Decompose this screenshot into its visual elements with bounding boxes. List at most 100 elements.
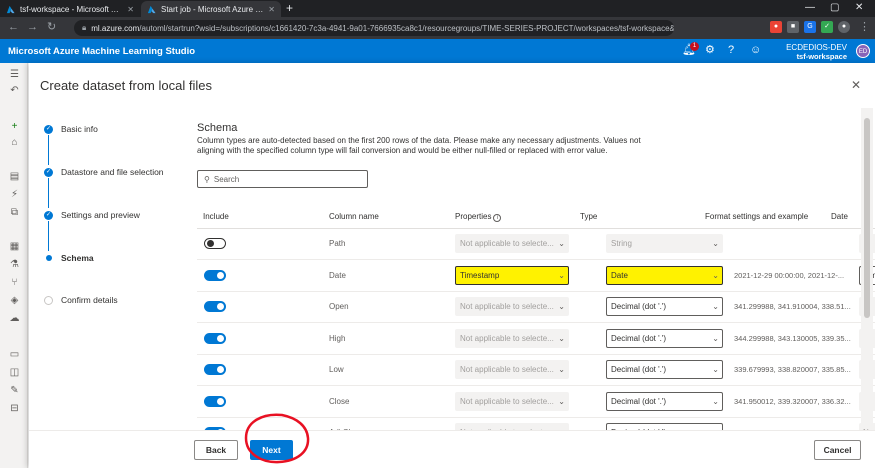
extension-icon[interactable]: ✓: [821, 21, 833, 33]
profile-icon[interactable]: ●: [838, 21, 850, 33]
scrollbar[interactable]: [861, 108, 873, 428]
browser-tab[interactable]: tsf-workspace - Microsoft Azure ✕: [0, 1, 140, 17]
properties-dropdown[interactable]: Timestamp ⌄: [455, 265, 569, 285]
search-input[interactable]: ⚲ Search: [197, 170, 368, 188]
format-example: 341.299988, 341.910004, 338.51...: [734, 302, 851, 311]
column-name: Low: [329, 365, 344, 374]
type-value: Decimal (dot '.'): [611, 365, 667, 374]
avatar[interactable]: ED: [856, 44, 870, 58]
step-label: Schema: [61, 253, 94, 263]
chevron-down-icon: ⌄: [558, 270, 565, 280]
linked-services-icon[interactable]: ⊟: [9, 403, 20, 414]
menu-icon[interactable]: ⋮: [859, 21, 870, 33]
forward-arrow-icon[interactable]: →: [27, 21, 38, 33]
include-toggle[interactable]: [204, 238, 226, 249]
type-dropdown[interactable]: Decimal (dot '.') ⌄: [606, 391, 723, 411]
step-datastore[interactable]: ✓ Datastore and file selection: [44, 167, 164, 177]
type-dropdown[interactable]: Decimal (dot '.') ⌄: [606, 328, 723, 348]
type-dropdown[interactable]: Decimal (dot '.') ⌄: [606, 360, 723, 379]
address-host: ml.azure.com: [91, 23, 140, 33]
chevron-down-icon: ⌄: [712, 239, 719, 248]
endpoints-icon[interactable]: ☁: [9, 313, 20, 324]
close-icon[interactable]: ✕: [851, 78, 861, 92]
account-switcher[interactable]: ECDEDIOS-DEV tsf-workspace: [775, 43, 847, 61]
step-label: Basic info: [61, 124, 98, 134]
include-toggle[interactable]: [204, 301, 226, 312]
properties-dropdown[interactable]: Not applicable to selecte... ⌄: [455, 297, 569, 316]
step-basic-info[interactable]: ✓ Basic info: [44, 124, 98, 134]
reload-icon[interactable]: ↻: [47, 21, 56, 33]
new-tab-icon[interactable]: +: [286, 2, 293, 14]
back-arrow-icon[interactable]: ←: [8, 21, 19, 33]
column-name: Close: [329, 396, 350, 406]
tab-title: Start job - Microsoft Azure Machi: [161, 4, 264, 14]
chevron-down-icon: ⌄: [712, 270, 719, 280]
properties-dropdown[interactable]: Not applicable to selecte... ⌄: [455, 391, 569, 411]
step-label: Settings and preview: [61, 210, 140, 220]
step-schema[interactable]: Schema: [44, 253, 94, 263]
column-name: Date: [329, 270, 346, 280]
models-icon[interactable]: ◈: [9, 295, 20, 306]
format-example: 339.679993, 338.820007, 335.85...: [734, 365, 851, 374]
include-toggle[interactable]: [204, 364, 226, 375]
extension-icon[interactable]: ■: [787, 21, 799, 33]
chevron-down-icon: ⌄: [558, 333, 565, 343]
undo-icon[interactable]: ↶: [9, 85, 20, 96]
info-icon[interactable]: i: [493, 214, 502, 222]
datastores-icon[interactable]: ◫: [9, 367, 20, 378]
home-icon[interactable]: ⌂: [9, 137, 20, 148]
chevron-down-icon: ⌄: [712, 365, 719, 374]
step-settings-preview[interactable]: ✓ Settings and preview: [44, 210, 140, 220]
compute-icon[interactable]: ▭: [9, 349, 20, 360]
back-button[interactable]: Back: [194, 440, 238, 460]
automl-icon[interactable]: ⚡︎: [9, 189, 20, 200]
minimize-icon[interactable]: —: [805, 2, 815, 13]
properties-dropdown[interactable]: Not applicable to selecte... ⌄: [455, 360, 569, 379]
table-row: Low Not applicable to selecte... ⌄ Decimal …: [197, 355, 875, 386]
next-button[interactable]: Next: [250, 440, 293, 460]
data-labeling-icon[interactable]: ✎: [9, 385, 20, 396]
type-value: Date: [611, 270, 628, 280]
format-example: 344.299988, 343.130005, 339.35...: [734, 333, 851, 343]
properties-dropdown[interactable]: Not applicable to selecte... ⌄: [455, 328, 569, 348]
address-bar[interactable]: 🔒︎ ml.azure.com /automl/startrun?wsid=/s…: [74, 20, 674, 36]
close-icon[interactable]: ✕: [268, 5, 275, 14]
plus-icon[interactable]: +: [9, 121, 20, 132]
maximize-icon[interactable]: ▢: [830, 2, 839, 13]
type-dropdown[interactable]: Decimal (dot '.') ⌄: [606, 297, 723, 316]
type-dropdown[interactable]: String ⌄: [606, 234, 723, 253]
designer-icon[interactable]: ⧉: [9, 207, 20, 218]
properties-dropdown[interactable]: Not applicable to selecte... ⌄: [455, 234, 569, 253]
panel-footer: Back Next Cancel: [29, 430, 875, 468]
schema-title: Schema: [197, 122, 238, 134]
help-icon[interactable]: ?: [728, 44, 734, 56]
hamburger-icon[interactable]: ☰: [9, 69, 20, 80]
window-close-icon[interactable]: ✕: [855, 2, 863, 13]
extension-icon[interactable]: ●: [770, 21, 782, 33]
app-title[interactable]: Microsoft Azure Machine Learning Studio: [8, 46, 195, 57]
pending-step-icon: [44, 295, 53, 305]
cancel-button[interactable]: Cancel: [814, 440, 861, 460]
pipelines-icon[interactable]: ⑂: [9, 277, 20, 288]
type-value: String: [611, 239, 632, 248]
include-toggle[interactable]: [204, 395, 226, 407]
browser-tab-active[interactable]: Start job - Microsoft Azure Machi ✕: [141, 1, 281, 17]
experiments-icon[interactable]: ⚗: [9, 259, 20, 270]
extension-icon[interactable]: G: [804, 21, 816, 33]
step-confirm-details[interactable]: Confirm details: [44, 295, 118, 305]
include-toggle[interactable]: [204, 332, 226, 344]
lock-icon: 🔒︎: [82, 23, 87, 32]
format-example: 2021-12-29 00:00:00, 2021-12-...: [734, 270, 845, 280]
current-step-icon: [45, 255, 52, 261]
close-icon[interactable]: ✕: [127, 5, 134, 14]
type-dropdown[interactable]: Date ⌄: [606, 265, 723, 285]
gear-icon[interactable]: ⚙: [705, 44, 715, 56]
datasets-icon[interactable]: ▦: [9, 241, 20, 252]
smiley-icon[interactable]: ☺: [750, 44, 761, 56]
column-name: High: [329, 333, 346, 343]
scroll-thumb[interactable]: [864, 118, 870, 318]
notebook-icon[interactable]: ▤: [9, 171, 20, 182]
table-row: Open Not applicable to selecte... ⌄ Decimal…: [197, 292, 875, 323]
properties-value: Not applicable to selecte...: [460, 396, 554, 406]
include-toggle[interactable]: [204, 269, 226, 281]
